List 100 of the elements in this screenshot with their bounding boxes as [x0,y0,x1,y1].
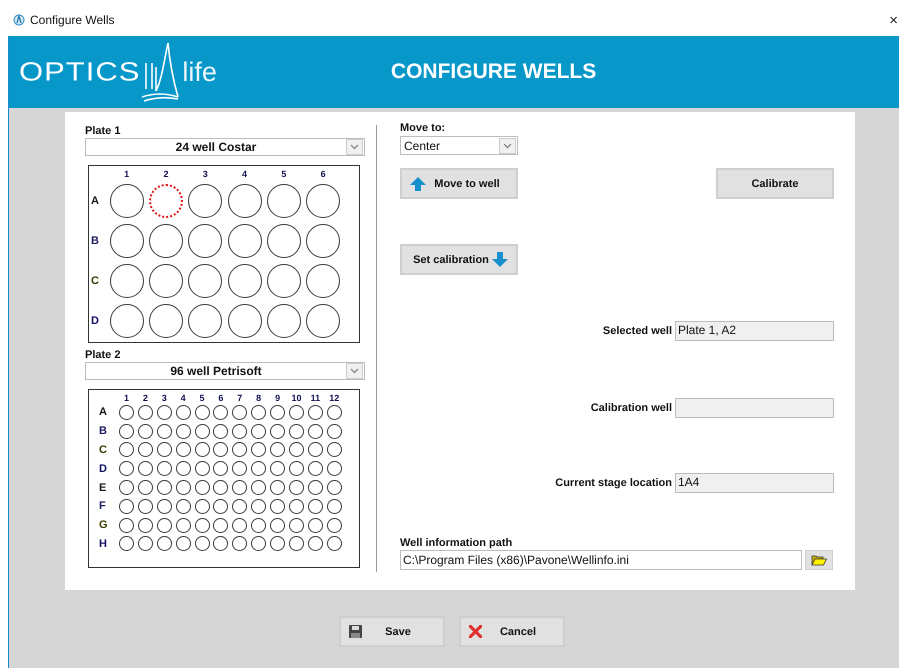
well[interactable] [188,264,222,298]
well[interactable] [148,224,183,258]
well[interactable] [326,480,342,496]
well[interactable] [266,224,301,258]
well[interactable] [194,442,210,458]
well[interactable] [194,404,210,420]
well[interactable] [251,424,266,439]
well[interactable] [270,480,286,496]
well[interactable] [118,498,134,514]
well[interactable] [138,442,153,458]
well[interactable] [232,480,248,496]
well[interactable] [251,442,266,458]
well[interactable] [138,536,153,552]
well[interactable] [288,498,304,514]
well[interactable] [308,480,323,496]
well[interactable] [138,518,153,533]
well[interactable] [110,224,144,258]
well[interactable] [176,424,191,439]
well[interactable] [308,461,323,476]
well[interactable] [228,264,262,298]
move-to-well-button[interactable]: Move to well [400,168,518,199]
well[interactable] [306,304,340,338]
well[interactable] [251,536,266,552]
well[interactable] [176,480,191,496]
well[interactable] [148,304,183,338]
well[interactable] [288,480,304,496]
well[interactable] [213,442,228,458]
well[interactable] [232,424,248,439]
well[interactable] [156,461,172,476]
well[interactable] [213,536,228,552]
well[interactable] [213,424,228,439]
well[interactable] [156,536,172,552]
well[interactable] [176,518,191,533]
well[interactable] [110,264,144,298]
browse-button[interactable] [805,550,833,570]
well[interactable] [118,442,134,458]
well[interactable] [138,404,153,420]
well[interactable] [326,498,342,514]
well[interactable] [326,461,342,476]
well[interactable] [251,518,266,533]
well[interactable] [176,461,191,476]
well[interactable] [188,224,222,258]
well[interactable] [110,184,144,218]
well[interactable] [194,518,210,533]
well[interactable] [213,518,228,533]
well[interactable] [176,536,191,552]
well[interactable] [308,498,323,514]
well[interactable] [288,442,304,458]
well[interactable] [288,518,304,533]
save-button[interactable]: Save [338,616,444,647]
well[interactable] [308,442,323,458]
well[interactable] [194,536,210,552]
well[interactable] [251,404,266,420]
well[interactable] [308,424,323,439]
well[interactable] [156,442,172,458]
well[interactable] [228,184,262,218]
well[interactable] [288,404,304,420]
well[interactable] [266,184,301,218]
set-calibration-button[interactable]: Set calibration [400,244,518,275]
well[interactable] [118,424,134,439]
well[interactable] [270,424,286,439]
well[interactable] [156,424,172,439]
well[interactable] [270,442,286,458]
close-button[interactable]: × [889,12,898,28]
well[interactable] [194,498,210,514]
well[interactable] [326,536,342,552]
well[interactable] [288,424,304,439]
well[interactable] [194,424,210,439]
cancel-button[interactable]: Cancel [458,616,564,647]
well[interactable] [138,498,153,514]
well[interactable] [308,404,323,420]
well[interactable] [188,304,222,338]
well[interactable] [156,480,172,496]
well[interactable] [194,461,210,476]
well[interactable] [326,518,342,533]
well[interactable] [118,518,134,533]
well[interactable] [266,264,301,298]
well[interactable] [156,498,172,514]
well[interactable] [110,304,144,338]
well[interactable] [188,184,222,218]
well[interactable] [118,536,134,552]
well[interactable] [213,498,228,514]
well[interactable] [326,442,342,458]
well[interactable] [194,480,210,496]
well[interactable] [232,518,248,533]
well[interactable] [308,536,323,552]
well[interactable] [308,518,323,533]
well[interactable] [288,536,304,552]
readonly-field[interactable] [675,398,834,418]
well[interactable] [288,461,304,476]
well[interactable] [326,424,342,439]
well[interactable] [156,404,172,420]
well[interactable] [270,536,286,552]
well[interactable] [232,442,248,458]
well[interactable] [270,498,286,514]
well[interactable] [232,536,248,552]
well[interactable] [270,461,286,476]
well[interactable] [251,498,266,514]
well[interactable] [118,461,134,476]
readonly-field[interactable]: Plate 1, A2 [675,321,834,341]
